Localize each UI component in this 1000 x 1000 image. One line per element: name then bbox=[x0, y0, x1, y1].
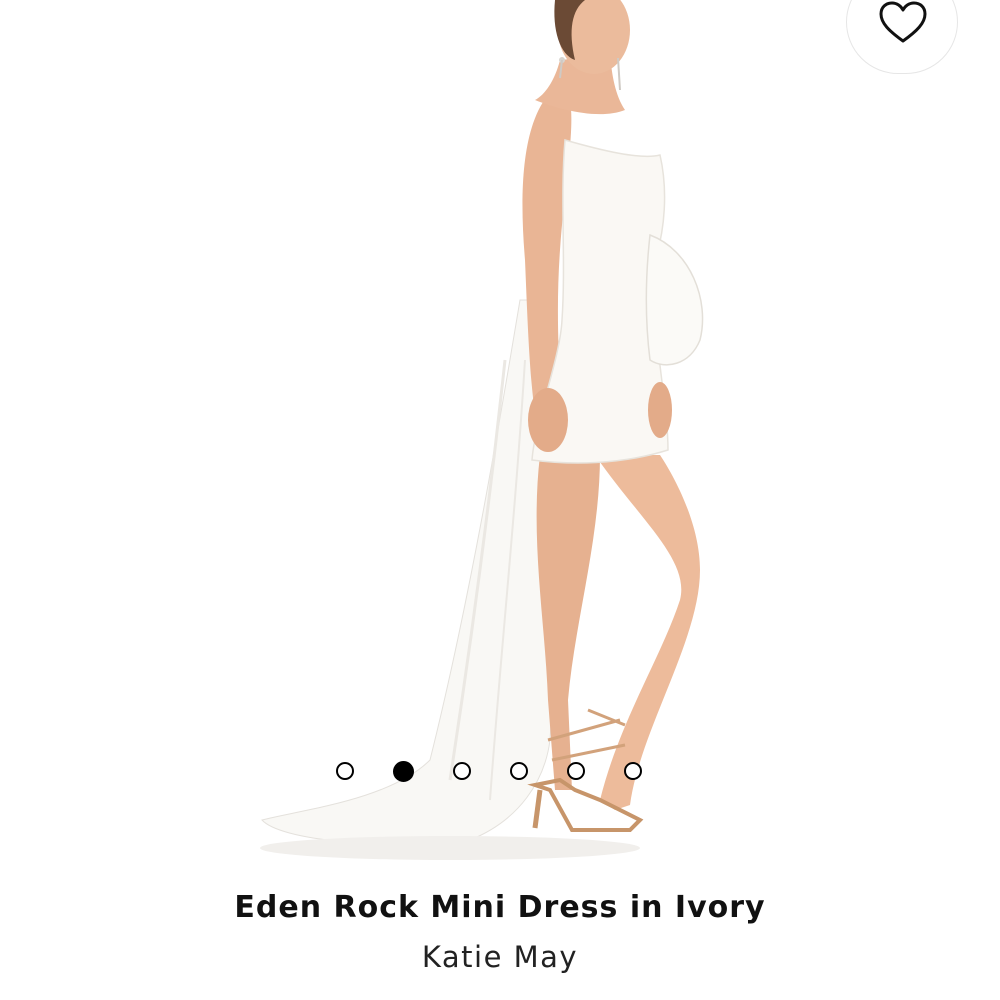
image-pager bbox=[336, 761, 642, 784]
product-photo bbox=[260, 0, 704, 860]
heart-outline-icon bbox=[879, 1, 927, 43]
product-page: Eden Rock Mini Dress in Ivory Katie May bbox=[0, 0, 1000, 1000]
product-title: Eden Rock Mini Dress in Ivory bbox=[234, 890, 766, 925]
product-image[interactable] bbox=[0, 0, 1000, 870]
pager-dot-6[interactable] bbox=[624, 762, 642, 780]
pager-dot-3[interactable] bbox=[453, 762, 471, 780]
pager-dot-1[interactable] bbox=[336, 762, 354, 780]
pager-dot-4[interactable] bbox=[510, 762, 528, 780]
brand-name[interactable]: Katie May bbox=[0, 940, 1000, 974]
pager-dot-5[interactable] bbox=[567, 762, 585, 780]
leg-front bbox=[595, 455, 700, 810]
dress-bow bbox=[645, 233, 704, 366]
pager-dot-2-active[interactable] bbox=[393, 761, 414, 782]
